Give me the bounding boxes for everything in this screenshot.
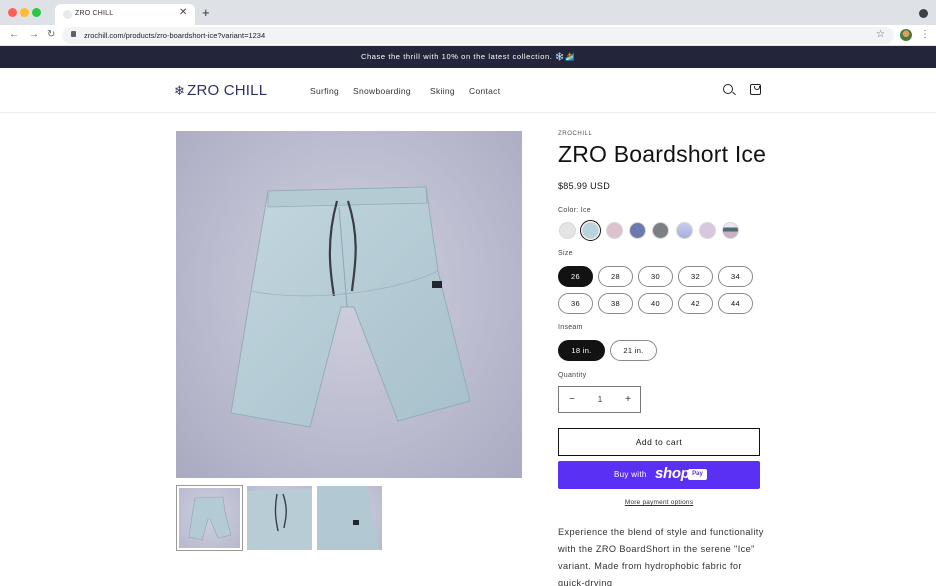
star-icon[interactable]: ☆ — [876, 28, 885, 42]
size-option-36[interactable]: 36 — [558, 293, 593, 314]
product-title: ZRO Boardshort Ice — [558, 141, 767, 167]
boardshort-image — [230, 186, 471, 428]
snowflake-icon: ❄ — [174, 83, 186, 98]
more-payment-options-link[interactable]: More payment options — [558, 499, 760, 506]
product-vendor: ZROCHILL — [558, 131, 593, 137]
product-description: Experience the blend of style and functi… — [558, 527, 764, 586]
window-maximize-button[interactable] — [32, 8, 41, 17]
product-main-image[interactable] — [176, 131, 522, 478]
size-option-26[interactable]: 26 — [558, 266, 593, 287]
boardshort-side-icon — [317, 486, 379, 550]
size-option-44[interactable]: 44 — [718, 293, 753, 314]
menu-icon[interactable]: ⋮ — [920, 28, 930, 42]
product-price: $85.99 USD — [558, 181, 611, 191]
reload-icon[interactable]: ↻ — [47, 28, 55, 42]
buy-with-shop-pay-button[interactable]: Buy with shop Pay — [558, 461, 760, 489]
address-bar[interactable]: zrochill.com/products/zro-boardshort-ice… — [62, 27, 894, 44]
favicon-icon — [63, 10, 72, 19]
tab-close-icon[interactable]: ✕ — [179, 8, 187, 18]
thumbnail-1[interactable] — [176, 485, 243, 551]
size-label: Size — [558, 250, 573, 257]
color-swatch-mix[interactable] — [722, 222, 740, 239]
size-option-42[interactable]: 42 — [678, 293, 713, 314]
logo-text: ZRO CHILL — [187, 82, 268, 99]
browser-profile-icon[interactable] — [919, 9, 928, 18]
size-option-34[interactable]: 34 — [718, 266, 753, 287]
size-option-28[interactable]: 28 — [598, 266, 633, 287]
inseam-option-0[interactable]: 18 in. — [558, 340, 605, 361]
cart-icon[interactable] — [750, 84, 761, 95]
window-close-button[interactable] — [8, 8, 17, 17]
tab-title: ZRO CHILL — [75, 10, 114, 17]
nav-contact[interactable]: Contact — [469, 86, 500, 96]
size-option-38[interactable]: 38 — [598, 293, 633, 314]
buy-with-label: Buy with — [614, 470, 647, 479]
lock-icon — [71, 31, 76, 37]
add-to-cart-button[interactable]: Add to cart — [558, 428, 760, 456]
color-swatch-lilac[interactable] — [698, 222, 716, 239]
color-swatch-periwinkle[interactable] — [675, 222, 693, 239]
color-swatch-blue[interactable] — [628, 222, 646, 239]
logo[interactable]: ❄ ZRO CHILL — [174, 82, 267, 99]
nav-surfing[interactable]: Surfing — [310, 86, 339, 96]
new-tab-icon[interactable]: + — [202, 6, 210, 19]
thumbnail-2[interactable] — [247, 486, 312, 550]
search-icon[interactable] — [723, 84, 733, 94]
pay-badge: Pay — [688, 469, 707, 480]
color-swatch-pink[interactable] — [605, 222, 623, 239]
announcement-bar: Chase the thrill with 10% on the latest … — [0, 46, 936, 68]
boardshort-thumb-icon — [188, 496, 232, 541]
forward-icon[interactable]: → — [29, 28, 39, 42]
size-option-32[interactable]: 32 — [678, 266, 713, 287]
back-icon[interactable]: ← — [9, 28, 19, 42]
avatar[interactable] — [900, 29, 912, 41]
shop-logo: shop — [655, 465, 690, 482]
quantity-increase-button[interactable]: + — [619, 387, 637, 412]
size-option-40[interactable]: 40 — [638, 293, 673, 314]
browser-tab-bar: ZRO CHILL ✕ + — [0, 0, 936, 25]
quantity-stepper: − 1 + — [558, 386, 641, 413]
inseam-label: Inseam — [558, 324, 583, 331]
nav-skiing[interactable]: Skiing — [430, 86, 455, 96]
boardshort-detail-icon — [247, 488, 312, 550]
thumbnail-3[interactable] — [317, 486, 382, 550]
color-label: Color: Ice — [558, 207, 591, 214]
site-header: ❄ ZRO CHILL Surfing Snowboarding Skiing C… — [0, 68, 936, 113]
nav-snowboarding[interactable]: Snowboarding — [353, 86, 411, 96]
quantity-label: Quantity — [558, 372, 587, 379]
quantity-decrease-button[interactable]: − — [563, 387, 581, 412]
browser-tab[interactable]: ZRO CHILL ✕ — [55, 4, 195, 25]
browser-toolbar: ← → ↻ zrochill.com/products/zro-boardsho… — [0, 25, 936, 46]
url-text: zrochill.com/products/zro-boardshort-ice… — [84, 31, 266, 40]
color-swatch-gray[interactable] — [652, 222, 670, 239]
size-option-30[interactable]: 30 — [638, 266, 673, 287]
window-minimize-button[interactable] — [20, 8, 29, 17]
color-swatch-ice[interactable] — [580, 220, 602, 241]
inseam-option-1[interactable]: 21 in. — [610, 340, 657, 361]
quantity-input[interactable]: 1 — [587, 387, 613, 412]
color-swatch-white[interactable] — [559, 222, 576, 239]
